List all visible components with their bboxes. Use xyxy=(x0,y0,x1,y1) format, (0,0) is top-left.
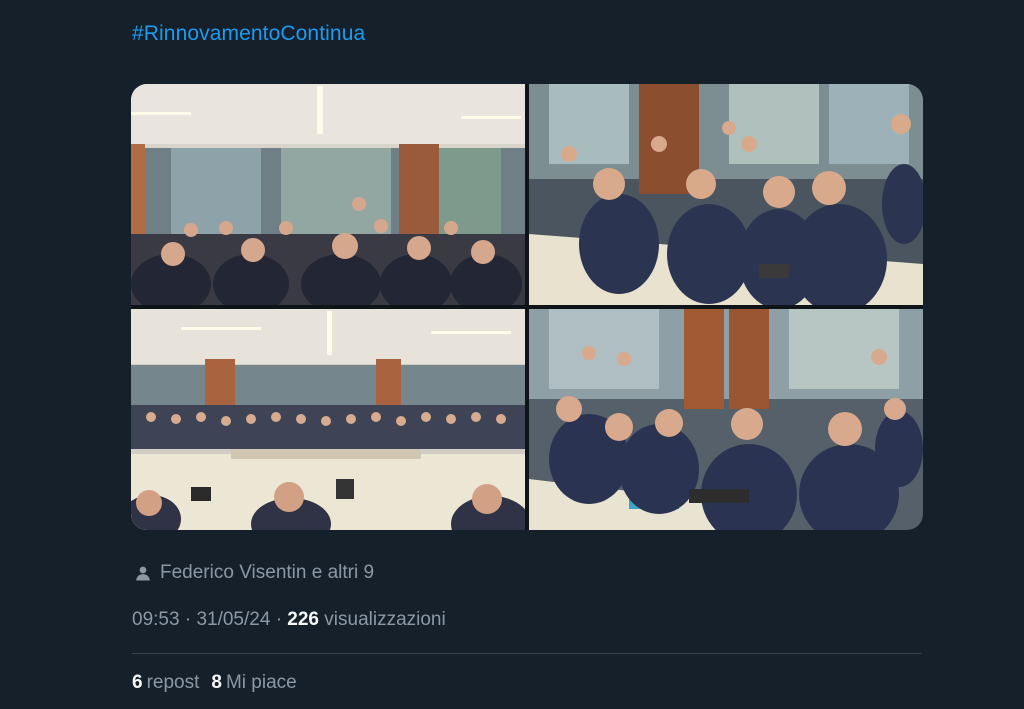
meta-separator: · xyxy=(275,609,288,630)
views-count: 226 xyxy=(287,609,319,630)
divider xyxy=(132,653,922,654)
likes-label: Mi piace xyxy=(225,672,297,693)
reposts-link[interactable]: 6 repost xyxy=(132,672,199,694)
tagged-people-link[interactable]: Federico Visentin e altri 9 xyxy=(134,562,374,584)
photo-3[interactable] xyxy=(131,309,525,530)
hashtag-link[interactable]: #RinnovamentoContinua xyxy=(132,22,365,46)
reposts-label: repost xyxy=(146,672,200,693)
post-time[interactable]: 09:53 xyxy=(132,609,180,630)
views-label: visualizzazioni xyxy=(324,609,446,630)
person-icon xyxy=(136,566,150,581)
post-detail: #RinnovamentoContinua Federico Visentin … xyxy=(0,0,1024,709)
reposts-count: 6 xyxy=(132,672,143,693)
speakers-photo xyxy=(529,84,923,305)
post-date[interactable]: 31/05/24 xyxy=(196,609,270,630)
engagement-stats: 6 repost 8 Mi piace xyxy=(132,672,297,694)
meeting-room-photo xyxy=(131,84,525,305)
likes-count: 8 xyxy=(211,672,222,693)
likes-link[interactable]: 8 Mi piace xyxy=(211,672,296,694)
tagged-people-label: Federico Visentin e altri 9 xyxy=(160,562,375,583)
conference-room-photo xyxy=(131,309,525,530)
photo-4[interactable] xyxy=(529,309,923,530)
panel-photo xyxy=(529,309,923,530)
photo-1[interactable] xyxy=(131,84,525,305)
photo-2[interactable] xyxy=(529,84,923,305)
photo-grid xyxy=(131,84,923,530)
post-meta: 09:53 · 31/05/24 · 226 visualizzazioni xyxy=(132,609,446,631)
meta-separator: · xyxy=(184,609,197,630)
